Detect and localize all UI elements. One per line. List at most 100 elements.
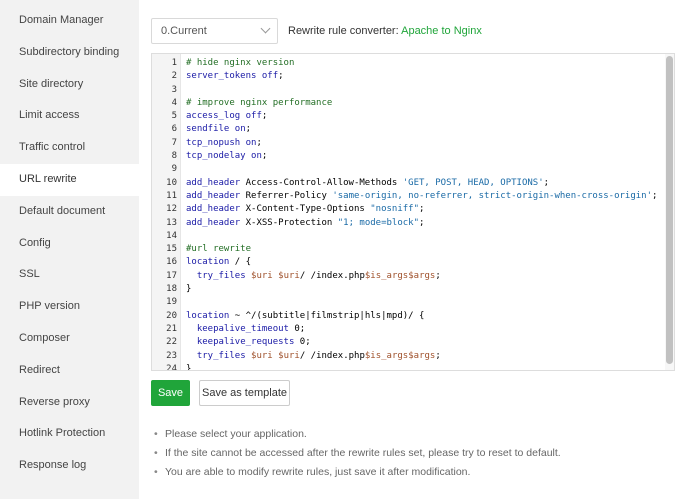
- main-panel: 0.Current Rewrite rule converter: Apache…: [139, 0, 684, 499]
- sidebar-item-default-document[interactable]: Default document: [0, 196, 139, 228]
- code-text: # hide nginx version: [186, 58, 295, 68]
- sidebar-item-redirect[interactable]: Redirect: [0, 355, 139, 387]
- code-text: # improve nginx performance: [186, 97, 333, 108]
- line-number: 23: [166, 350, 177, 361]
- converter-label: Rewrite rule converter: Apache to Nginx: [288, 25, 482, 37]
- tip-item: You are able to modify rewrite rules, ju…: [154, 464, 561, 483]
- code-line: 18}: [152, 283, 664, 296]
- code-line: 14: [152, 230, 664, 243]
- line-number: 12: [166, 204, 177, 215]
- code-line: 1 # hide nginx version: [152, 57, 664, 70]
- code-line: 16 location / {: [152, 256, 664, 269]
- line-number: 13: [166, 217, 177, 228]
- code-text: tcp_nodelay on;: [186, 151, 268, 162]
- toolbar: 0.Current Rewrite rule converter: Apache…: [151, 18, 482, 44]
- sidebar-item-php-version[interactable]: PHP version: [0, 291, 139, 323]
- code-content[interactable]: 1 # hide nginx version 2 server_tokens off;…: [152, 57, 664, 371]
- code-line: 4 # improve nginx performance: [152, 97, 664, 110]
- sidebar-nav: Domain Manager Subdirectory binding Site d…: [0, 0, 139, 499]
- line-number: 21: [166, 323, 177, 334]
- code-text: #url rewrite: [186, 244, 252, 255]
- sidebar-item-response-log[interactable]: Response log: [0, 450, 139, 482]
- line-number: 14: [166, 230, 177, 241]
- code-text: sendfile on;: [186, 124, 252, 135]
- editor-scrollbar-thumb[interactable]: [666, 56, 673, 364]
- save-button[interactable]: Save: [151, 380, 190, 406]
- code-line: 11 add_header Referrer-Policy 'same-origi…: [152, 190, 664, 203]
- line-number: 17: [166, 270, 177, 281]
- line-number: 11: [166, 190, 177, 201]
- line-number: 7: [171, 137, 177, 148]
- line-number: 20: [166, 310, 177, 321]
- line-number: 5: [171, 111, 177, 122]
- line-number: 22: [166, 337, 177, 348]
- line-number: 19: [166, 297, 177, 308]
- sidebar-item-url-rewrite[interactable]: URL rewrite: [0, 163, 139, 196]
- code-line: 12 add_header X-Content-Type-Options "nos…: [152, 203, 664, 216]
- line-number: 16: [166, 257, 177, 268]
- line-number: 3: [171, 84, 177, 95]
- sidebar-item-hotlink-protection[interactable]: Hotlink Protection: [0, 418, 139, 450]
- code-line: 8 tcp_nodelay on;: [152, 150, 664, 163]
- line-number: 8: [171, 151, 177, 162]
- code-line: 10 add_header Access-Control-Allow-Method…: [152, 177, 664, 190]
- code-text: }: [186, 284, 192, 295]
- code-text: add_header X-XSS-Protection "1; mode=blo…: [186, 217, 425, 228]
- sidebar-item-subdirectory-binding[interactable]: Subdirectory binding: [0, 37, 139, 69]
- code-line: 17 try_files $uri $uri/ /index.php$is_ar…: [152, 270, 664, 283]
- chevron-down-icon: [260, 23, 271, 34]
- code-text: location / {: [186, 257, 252, 268]
- code-text: try_files $uri $uri/ /index.php$is_args$…: [196, 270, 441, 281]
- code-text: keepalive_timeout 0;: [196, 323, 306, 334]
- code-text: tcp_nopush on;: [186, 137, 262, 148]
- code-line: 23 try_files $uri $uri/ /index.php$is_ar…: [152, 350, 664, 363]
- code-line: 6 sendfile on;: [152, 123, 664, 136]
- code-line: 2 server_tokens off;: [152, 70, 664, 83]
- line-number: 24: [166, 363, 177, 371]
- version-select[interactable]: 0.Current: [151, 18, 278, 44]
- code-text: }: [186, 363, 192, 371]
- sidebar-item-traffic-control[interactable]: Traffic control: [0, 132, 139, 164]
- code-line: 21 keepalive_timeout 0;: [152, 323, 664, 336]
- line-number: 9: [171, 164, 177, 175]
- code-text: access_log off;: [186, 111, 268, 122]
- code-text: add_header Access-Control-Allow-Methods …: [186, 177, 550, 188]
- sidebar-item-domain-manager[interactable]: Domain Manager: [0, 5, 139, 37]
- sidebar-item-composer[interactable]: Composer: [0, 323, 139, 355]
- line-number: 4: [171, 97, 177, 108]
- code-line: 9: [152, 163, 664, 176]
- code-line: 7 tcp_nopush on;: [152, 137, 664, 150]
- save-as-template-button[interactable]: Save as template: [199, 380, 290, 406]
- code-line: 24}: [152, 363, 664, 371]
- code-line: 13 add_header X-XSS-Protection "1; mode=b…: [152, 217, 664, 230]
- code-line: 20 location ~ ^/(subtitle|filmstrip|hls|m…: [152, 310, 664, 323]
- sidebar-item-config[interactable]: Config: [0, 228, 139, 260]
- code-text: server_tokens off;: [186, 71, 284, 82]
- apache-to-nginx-link[interactable]: Apache to Nginx: [401, 25, 482, 37]
- code-line: 5 access_log off;: [152, 110, 664, 123]
- version-select-value: 0.Current: [161, 25, 207, 37]
- code-text: add_header Referrer-Policy 'same-origin,…: [186, 190, 658, 201]
- code-line: 3: [152, 84, 664, 97]
- editor-scrollbar[interactable]: [665, 54, 674, 370]
- sidebar-item-ssl[interactable]: SSL: [0, 259, 139, 291]
- code-text: try_files $uri $uri/ /index.php$is_args$…: [196, 350, 441, 361]
- line-number: 1: [171, 58, 177, 68]
- line-number: 2: [171, 71, 177, 82]
- code-line: 19: [152, 296, 664, 309]
- tip-item: If the site cannot be accessed after the…: [154, 445, 561, 464]
- code-line: 15 #url rewrite: [152, 243, 664, 256]
- sidebar-item-reverse-proxy[interactable]: Reverse proxy: [0, 387, 139, 419]
- sidebar-item-site-directory[interactable]: Site directory: [0, 69, 139, 101]
- code-text: add_header X-Content-Type-Options "nosni…: [186, 204, 425, 215]
- line-number: 18: [166, 284, 177, 295]
- sidebar-item-limit-access[interactable]: Limit access: [0, 100, 139, 132]
- code-editor[interactable]: 1 # hide nginx version 2 server_tokens off;…: [151, 53, 675, 371]
- line-number: 6: [171, 124, 177, 135]
- tips-list: Please select your application.If the si…: [154, 426, 561, 483]
- line-number: 15: [166, 244, 177, 255]
